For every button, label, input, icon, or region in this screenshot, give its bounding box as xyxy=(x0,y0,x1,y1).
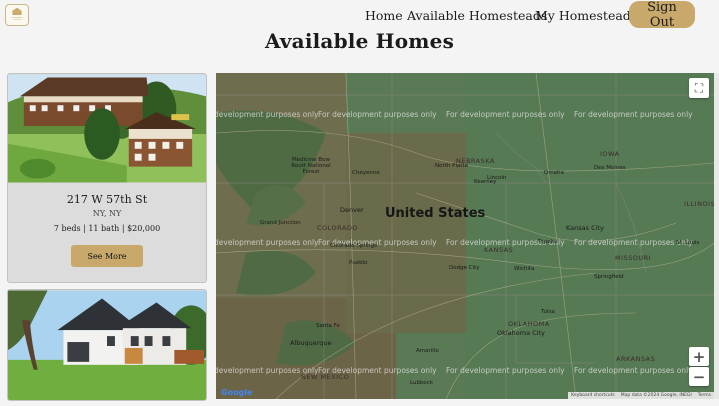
map-place-label: Grand Junction xyxy=(260,220,301,226)
listing-photo-modern-farmhouse[interactable] xyxy=(8,290,206,401)
map-state-label: ILLINOIS xyxy=(684,200,714,208)
map-state-label: IOWA xyxy=(600,150,620,158)
map-place-label: Oklahoma City xyxy=(497,329,545,337)
map-place-label: Pueblo xyxy=(349,260,368,266)
map-place-label: Lubbock xyxy=(410,380,434,386)
map-terrain xyxy=(216,73,714,399)
map-place-label: Springfield xyxy=(594,274,624,280)
top-nav: Home Available Homesteads My Homesteads xyxy=(0,8,719,28)
sign-out-button[interactable]: Sign Out xyxy=(629,0,695,30)
map-place-label: St. Louis xyxy=(676,240,700,246)
map-state-label: NEW MEXICO xyxy=(301,373,350,381)
page-title: Available Homes xyxy=(264,29,455,53)
listing-city: NY, NY xyxy=(92,209,122,218)
map-fullscreen-button[interactable]: ⛶ xyxy=(689,78,709,98)
map-watermark: development purposes only xyxy=(216,238,319,247)
map-place-label: North Platte xyxy=(435,163,469,169)
map-watermark: For development purposes only xyxy=(574,110,693,119)
listing-card xyxy=(7,289,207,401)
map-place-label: Denver xyxy=(340,206,364,214)
map-place-label: Dodge City xyxy=(449,265,480,271)
nav-home-link[interactable]: Home xyxy=(365,8,403,23)
map-watermark: development purposes only xyxy=(216,110,319,119)
terms-link[interactable]: Terms xyxy=(698,393,711,398)
google-logo: Google xyxy=(221,388,252,397)
map-place-label: Colorado Springs xyxy=(330,243,377,249)
see-more-button[interactable]: See More xyxy=(71,245,143,267)
map-place-label: Cheyenne xyxy=(352,170,380,176)
listing-photo-chalet[interactable] xyxy=(8,74,206,183)
map-state-label: OKLAHOMA xyxy=(508,320,550,328)
listing-details: 7 beds | 11 bath | $20,000 xyxy=(53,224,161,233)
map-watermark: For development purposes only xyxy=(318,110,437,119)
map-data-credit: Map data ©2024 Google, INEGI xyxy=(620,393,692,398)
map-place-label: Wichita xyxy=(514,266,535,272)
map-attribution: Keyboard shortcuts Map data ©2024 Google… xyxy=(568,392,714,399)
map-place-label: Santa Fe xyxy=(316,323,340,329)
nav-available-homesteads-link[interactable]: Available Homesteads xyxy=(407,8,547,23)
map-place-label: Kearney xyxy=(474,179,497,185)
map-watermark: For development purposes only xyxy=(574,238,693,247)
map-state-label: ARKANSAS xyxy=(616,355,656,363)
map-watermark: For development purposes only xyxy=(574,366,693,375)
map-state-label: MISSOURI xyxy=(615,254,652,262)
homes-map[interactable]: development purposes only For developmen… xyxy=(216,73,714,399)
map-country-label: United States xyxy=(385,206,486,221)
map-place-label: Kansas City xyxy=(566,224,604,232)
keyboard-shortcuts-link[interactable]: Keyboard shortcuts xyxy=(571,393,615,398)
nav-my-homesteads-link[interactable]: My Homesteads xyxy=(535,8,637,23)
map-watermark: For development purposes only xyxy=(446,366,565,375)
map-place-label: Topeka xyxy=(538,239,558,245)
map-place-label: Amarillo xyxy=(416,348,439,354)
map-zoom-out-button[interactable]: − xyxy=(689,367,709,386)
listing-address: 217 W 57th St xyxy=(66,193,148,206)
map-place-label: Albuquerque xyxy=(290,339,332,347)
map-place-label: Des Moines xyxy=(594,165,626,171)
map-place-label: Tulsa xyxy=(541,309,555,315)
map-watermark: For development purposes only xyxy=(446,110,565,119)
map-state-label: KANSAS xyxy=(484,246,514,254)
google-logo-text: Google xyxy=(221,388,253,397)
map-place-label: Medicine Bow Routt National Forest xyxy=(291,157,331,175)
map-state-label: COLORADO xyxy=(317,224,358,232)
map-place-label: Omaha xyxy=(544,170,564,176)
listing-card: 217 W 57th St NY, NY 7 beds | 11 bath | … xyxy=(7,73,207,283)
map-zoom-in-button[interactable]: + xyxy=(689,347,709,366)
page-scrollbar[interactable] xyxy=(714,73,719,399)
